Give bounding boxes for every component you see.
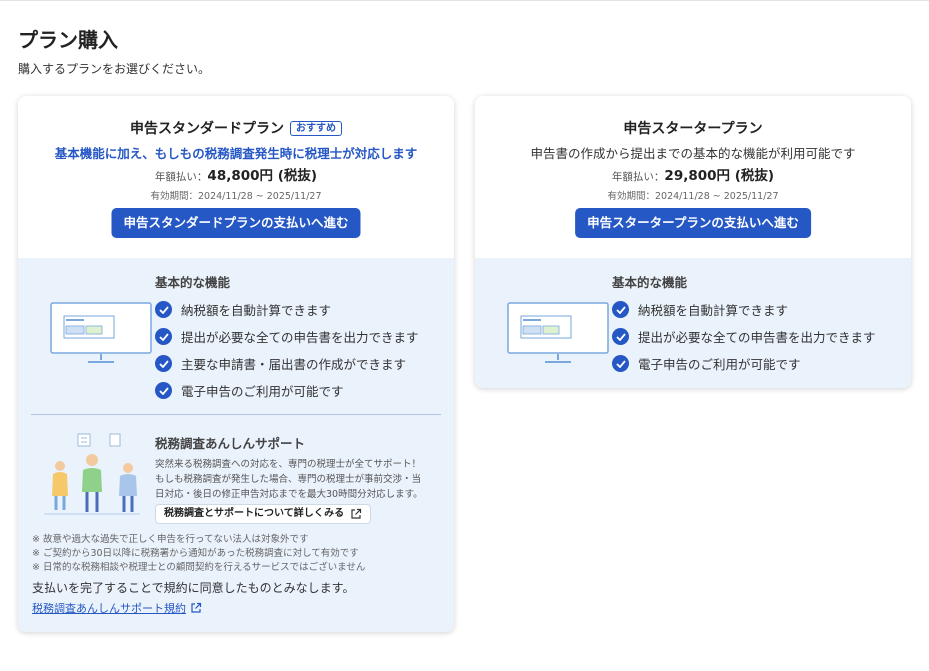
external-link-icon [191, 602, 202, 613]
support-line: 突然来る税務調査への対応を、専門の税理士が全てサポート！ [155, 459, 422, 470]
terms-link-label: 税務調査あんしんサポート規約 [32, 602, 186, 615]
features-list: 納税額を自動計算できます 提出が必要な全ての申告書を出力できます 電子申告のご利… [612, 296, 876, 377]
feature-label: 電子申告のご利用が可能です [181, 384, 344, 399]
feature-item: 電子申告のご利用が可能です [612, 350, 876, 377]
plan-header: 申告スタンダードプラン おすすめ 基本機能に加え、もしもの税務調査発生時に税理士が… [18, 96, 454, 258]
support-details-button[interactable]: 税務調査とサポートについて詳しくみる [155, 504, 372, 524]
feature-item: 納税額を自動計算できます [612, 296, 876, 323]
notes: ※ 故意や過大な過失で正しく申告を行ってない法人は対象外です ※ ご契約から30… [32, 533, 365, 575]
top-border [0, 0, 929, 1]
feature-item: 主要な申請書・届出書の作成ができます [155, 350, 419, 377]
features-section: 基本的な機能 納税額を自動計算できます 提出が必要な全ての申告書を出力できます … [18, 258, 454, 632]
feature-label: 主要な申請書・届出書の作成ができます [181, 357, 407, 372]
check-circle-icon [155, 328, 172, 345]
support-description: 突然来る税務調査への対応を、専門の税理士が全てサポート！ もしも税務調査が発生し… [155, 457, 445, 502]
feature-item: 提出が必要な全ての申告書を出力できます [612, 323, 876, 350]
agreement-text: 支払いを完了することで規約に同意したものとみなします。 [32, 581, 355, 595]
starter-pay-button[interactable]: 申告スタータープランの支払いへ進む [575, 208, 811, 238]
external-link-icon [351, 508, 362, 519]
monitor-illustration [50, 302, 152, 363]
price-label: 年額払い： [611, 171, 665, 183]
feature-label: 納税額を自動計算できます [181, 303, 332, 318]
validity-period: 有効期間：2024/11/28 ~ 2025/11/27 [607, 191, 779, 202]
features-list: 納税額を自動計算できます 提出が必要な全ての申告書を出力できます 主要な申請書・… [155, 296, 419, 404]
section-divider [31, 414, 441, 415]
check-circle-icon [155, 355, 172, 372]
support-line: もしも税務調査が発生した場合、専門の税理士が事前交渉・当 [155, 474, 422, 485]
price-row: 年額払い：29,800円 (税抜) [475, 164, 911, 184]
plan-description: 申告書の作成から提出までの基本的な機能が利用可能です [530, 146, 856, 161]
plan-description: 基本機能に加え、もしもの税務調査発生時に税理士が対応します [54, 146, 418, 161]
page-title: プラン購入 [18, 28, 118, 52]
price-row: 年額払い：48,800円 (税抜) [18, 164, 454, 184]
support-title: 税務調査あんしんサポート [155, 436, 306, 451]
plan-name-row: 申告スタンダードプラン おすすめ [18, 118, 454, 138]
feature-label: 納税額を自動計算できます [638, 303, 789, 318]
support-people-illustration [44, 433, 140, 515]
plan-name: 申告スタンダードプラン [130, 121, 284, 137]
features-section: 基本的な機能 納税額を自動計算できます 提出が必要な全ての申告書を出力できます … [475, 258, 911, 388]
price-value: 29,800円 (税抜) [664, 168, 775, 184]
page-subtitle: 購入するプランをお選びください。 [18, 62, 211, 76]
check-circle-icon [155, 301, 172, 318]
support-line: 日対応・後日の修正申告対応までを最大30時間分対応します。 [155, 489, 423, 500]
note-line: ※ 故意や過大な過失で正しく申告を行ってない法人は対象外です [32, 534, 309, 545]
feature-item: 電子申告のご利用が可能です [155, 377, 419, 404]
features-title: 基本的な機能 [612, 275, 688, 290]
price-value: 48,800円 (税抜) [207, 168, 318, 184]
validity-period: 有効期間：2024/11/28 ~ 2025/11/27 [150, 191, 322, 202]
feature-label: 提出が必要な全ての申告書を出力できます [638, 330, 876, 345]
check-circle-icon [612, 355, 629, 372]
feature-item: 納税額を自動計算できます [155, 296, 419, 323]
feature-label: 提出が必要な全ての申告書を出力できます [181, 330, 419, 345]
recommended-badge: おすすめ [290, 121, 342, 136]
monitor-illustration [507, 302, 609, 363]
feature-item: 提出が必要な全ての申告書を出力できます [155, 323, 419, 350]
note-line: ※ ご契約から30日以降に税務署から通知があった税務調査に対して有効です [32, 548, 359, 559]
feature-label: 電子申告のご利用が可能です [638, 357, 801, 372]
terms-link[interactable]: 税務調査あんしんサポート規約 [32, 600, 202, 616]
note-line: ※ 日常的な税務相談や税理士との顧問契約を行えるサービスではございません [32, 562, 366, 573]
check-circle-icon [612, 328, 629, 345]
plan-card-standard: 申告スタンダードプラン おすすめ 基本機能に加え、もしもの税務調査発生時に税理士が… [18, 96, 454, 632]
support-details-label: 税務調査とサポートについて詳しくみる [164, 508, 345, 519]
price-label: 年額払い： [154, 171, 208, 183]
plan-name: 申告スタータープラン [623, 121, 763, 137]
plan-header: 申告スタータープラン 申告書の作成から提出までの基本的な機能が利用可能です 年額… [475, 96, 911, 258]
check-circle-icon [612, 301, 629, 318]
features-title: 基本的な機能 [155, 275, 231, 290]
standard-pay-button[interactable]: 申告スタンダードプランの支払いへ進む [111, 208, 361, 238]
plan-card-starter: 申告スタータープラン 申告書の作成から提出までの基本的な機能が利用可能です 年額… [475, 96, 911, 388]
plan-name-row: 申告スタータープラン [475, 118, 911, 138]
check-circle-icon [155, 382, 172, 399]
